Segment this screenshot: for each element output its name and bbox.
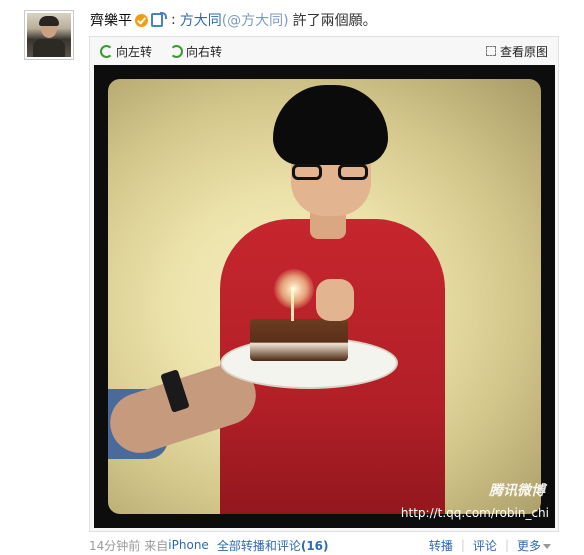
avatar[interactable] — [24, 10, 74, 60]
timestamp[interactable]: 14分钟前 — [89, 537, 140, 554]
view-original-button[interactable]: 查看原图 — [485, 43, 548, 60]
author-name[interactable]: 齊樂平 — [90, 10, 132, 30]
post-content: 齊樂平 : 方大同 (@方大同) 許了兩個願。 — [90, 10, 377, 30]
post-text: 許了兩個願。 — [292, 13, 377, 29]
source-prefix: 来自 — [144, 538, 169, 553]
more-button[interactable]: 更多 — [509, 537, 559, 554]
post-photo[interactable]: 腾讯微博 http://t.qq.com/robin_chi — [94, 65, 555, 528]
media-box: 向左转 向右转 查看原图 腾讯微博 http://t.qq.com/robin_… — [89, 36, 559, 532]
mention-handle[interactable]: (@方大同) — [222, 10, 289, 30]
rotate-right-label: 向右转 — [186, 44, 223, 59]
rotate-left-button[interactable]: 向左转 — [100, 43, 152, 60]
colon: : — [171, 12, 176, 28]
comment-button[interactable]: 评论 — [465, 537, 505, 554]
media-toolbar: 向左转 向右转 查看原图 — [90, 37, 558, 65]
post-meta: 14分钟前 来自 iPhone 全部转播和评论(16) 转播 | 评论 | 更多 — [89, 536, 559, 554]
mention-name[interactable]: 方大同 — [180, 10, 222, 30]
all-reposts-count: (16) — [300, 538, 329, 553]
rotate-left-label: 向左转 — [116, 44, 153, 59]
rotate-left-icon — [100, 44, 113, 58]
phone-icon — [151, 12, 167, 27]
rotate-right-icon — [170, 44, 184, 58]
more-label: 更多 — [516, 538, 541, 553]
rotate-right-button[interactable]: 向右转 — [170, 43, 222, 60]
photo-scene — [108, 79, 541, 514]
view-original-label: 查看原图 — [499, 44, 548, 59]
source-link[interactable]: iPhone — [168, 538, 209, 552]
watermark-logo: 腾讯微博 — [489, 483, 545, 499]
repost-button[interactable]: 转播 — [421, 537, 461, 554]
verified-icon[interactable] — [135, 13, 148, 27]
post-actions: 转播 | 评论 | 更多 — [421, 537, 559, 554]
all-reposts-link[interactable]: 全部转播和评论(16) — [217, 537, 329, 554]
all-reposts-label: 全部转播和评论 — [216, 538, 301, 553]
chevron-down-icon — [543, 543, 551, 549]
avatar-image — [27, 13, 71, 57]
watermark-url: http://t.qq.com/robin_chi — [400, 506, 549, 520]
expand-icon — [485, 46, 496, 56]
